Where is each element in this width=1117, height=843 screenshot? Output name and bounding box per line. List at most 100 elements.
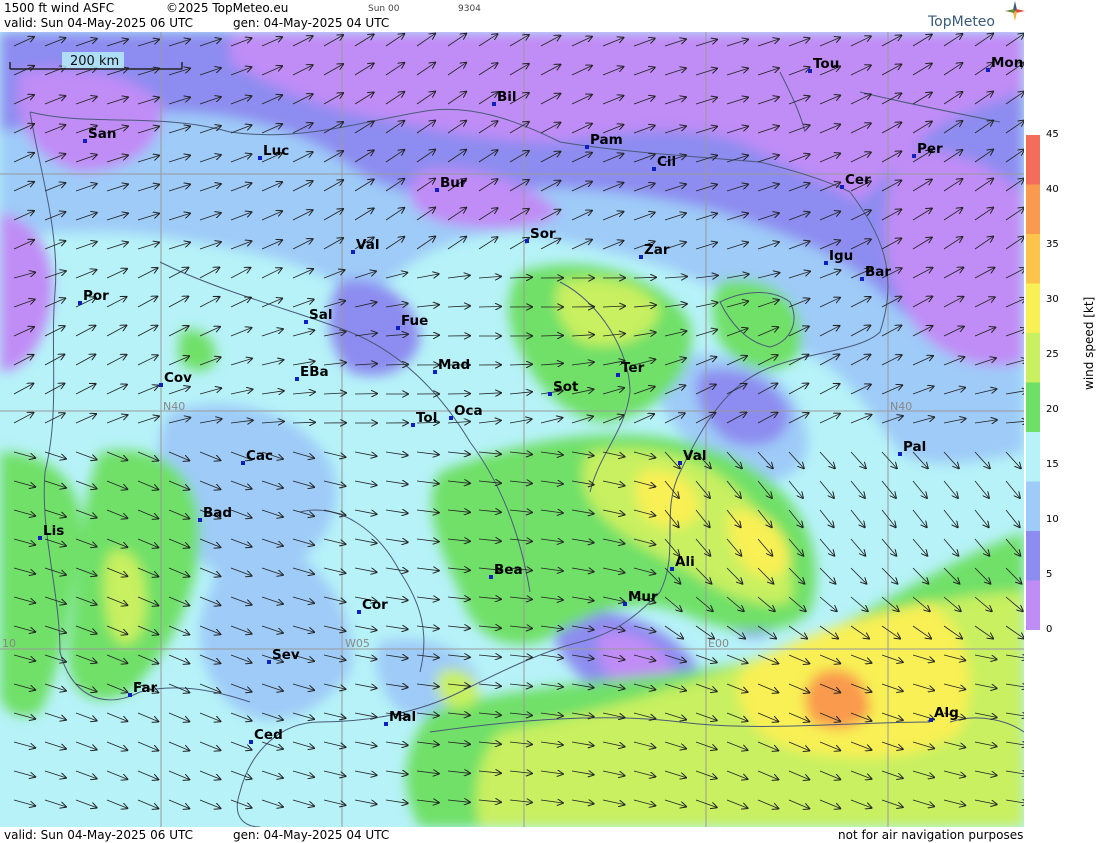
city-oca-24: Oca [449, 403, 483, 420]
colorbar-segment [1026, 184, 1040, 235]
wind-map: 200 km N40 N40 W05 E00 10 Bil Tou Mon San Pa… [0, 32, 1024, 827]
city-dot [258, 156, 262, 160]
city-dot [249, 740, 253, 744]
city-label: Tol [416, 410, 437, 426]
city-dot [38, 536, 42, 540]
city-dot [860, 277, 864, 281]
colorbar-tick: 5 [1046, 569, 1053, 580]
city-label: Mal [389, 709, 416, 725]
city-dot [912, 154, 916, 158]
grid-label-n40-right: N40 [890, 400, 912, 413]
disclaimer: not for air navigation purposes [838, 828, 1024, 842]
city-label: Cor [362, 597, 388, 613]
colorbar-tick: 35 [1046, 239, 1059, 250]
gen-time: gen: 04-May-2025 04 UTC [233, 16, 390, 30]
city-mon-2: Mon [986, 55, 1023, 72]
colorbar-label: wind speed [kt] [1082, 296, 1096, 390]
city-ter-22: Ter [616, 360, 645, 377]
city-label: Lis [43, 523, 64, 539]
city-bar-14: Bar [860, 264, 891, 281]
city-dot [652, 167, 656, 171]
city-label: Ced [254, 727, 283, 743]
city-dot [411, 423, 415, 427]
city-label: Sev [272, 647, 300, 663]
city-mad-18: Mad [433, 357, 470, 374]
city-label: Cac [246, 448, 273, 464]
city-dot [585, 145, 589, 149]
city-label: Mon [991, 55, 1023, 71]
city-val-12: Val [351, 237, 379, 254]
scale-bar-label: 200 km [70, 54, 119, 69]
city-label: EBa [300, 364, 329, 380]
city-label: Igu [829, 248, 853, 264]
city-label: Cer [845, 172, 871, 188]
colorbar-segment [1026, 531, 1040, 581]
grid-label-w10: 10 [2, 637, 16, 650]
city-dot [492, 102, 496, 106]
colorbar-segment [1026, 432, 1040, 482]
city-cer-8: Cer [840, 172, 871, 189]
grid-label-e00: E00 [708, 637, 729, 650]
city-dot [678, 461, 682, 465]
city-dot [435, 188, 439, 192]
city-dot [929, 718, 933, 722]
city-dot [304, 320, 308, 324]
city-dot [525, 239, 529, 243]
grid-label-w05: W05 [345, 637, 370, 650]
colorbar-tick: 25 [1046, 349, 1059, 360]
topmeteo-logo: TopMeteo [928, 14, 995, 30]
map-footer: valid: Sun 04-May-2025 06 UTC gen: 04-Ma… [0, 827, 1117, 843]
colorbar-tick: 15 [1046, 459, 1059, 470]
city-label: Val [356, 237, 379, 253]
city-bea-31: Bea [489, 562, 523, 579]
city-dot [83, 139, 87, 143]
city-per-6: Per [912, 141, 943, 158]
valid-time: valid: Sun 04-May-2025 06 UTC [4, 16, 193, 30]
city-label: Bur [440, 175, 467, 191]
map-header: 1500 ft wind ASFC ©2025 TopMeteo.eu Sun … [0, 0, 1117, 32]
colorbar-tick: 45 [1046, 129, 1059, 140]
city-dot [357, 610, 361, 614]
city-alg-36: Alg [929, 705, 959, 722]
city-label: Ali [675, 554, 695, 570]
city-fue-17: Fue [396, 313, 428, 330]
city-far-35: Far [128, 680, 158, 697]
city-sev-34: Sev [267, 647, 300, 664]
colorbar-segment [1026, 234, 1040, 284]
city-label: Oca [454, 403, 483, 419]
colorbar-gradient [1026, 135, 1040, 631]
city-dot [267, 660, 271, 664]
city-sal-16: Sal [304, 307, 332, 324]
city-dot [159, 383, 163, 387]
city-label: Cil [657, 154, 676, 170]
city-label: Mur [628, 589, 658, 605]
city-dot [433, 370, 437, 374]
city-dot [295, 377, 299, 381]
city-dot [986, 68, 990, 72]
city-label: Por [83, 288, 109, 304]
city-label: Alg [934, 705, 959, 721]
city-dot [198, 518, 202, 522]
city-dot [824, 261, 828, 265]
city-dot [396, 326, 400, 330]
colorbar-tick: 20 [1046, 404, 1059, 415]
city-dot [670, 567, 674, 571]
city-sor-10: Sor [525, 226, 556, 243]
colorbar-tick: 10 [1046, 514, 1059, 525]
city-dot [639, 255, 643, 259]
city-label: Bea [494, 562, 523, 578]
city-label: San [88, 126, 116, 142]
city-mur-32: Mur [623, 589, 658, 606]
city-label: Per [917, 141, 943, 157]
city-label: Val [683, 448, 706, 464]
city-cor-33: Cor [357, 597, 388, 614]
city-luc-5: Luc [258, 143, 289, 160]
city-pal-25: Pal [898, 439, 926, 456]
compass-logo-icon [1005, 1, 1025, 21]
wind-speed-colorbar [1026, 135, 1040, 631]
city-label: Ter [621, 360, 645, 376]
city-pam-4: Pam [585, 132, 623, 149]
colorbar-segment [1026, 580, 1040, 631]
footer-valid-time: valid: Sun 04-May-2025 06 UTC [4, 828, 193, 842]
city-dot [840, 185, 844, 189]
